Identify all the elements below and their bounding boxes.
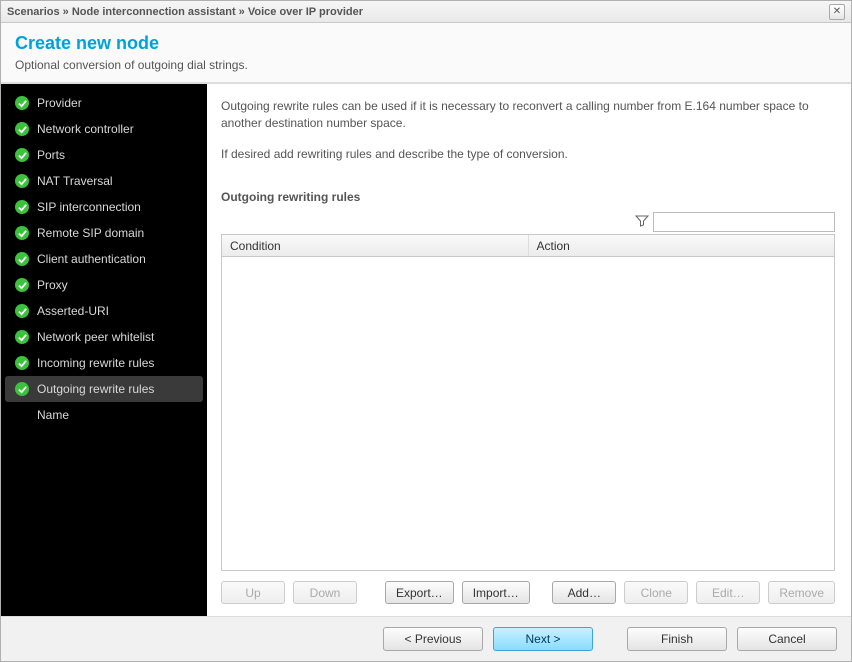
sidebar-item-label: Proxy	[37, 278, 68, 292]
sidebar-item-label: Provider	[37, 96, 82, 110]
check-icon	[15, 304, 29, 318]
import-button[interactable]: Import…	[462, 581, 530, 604]
close-button[interactable]: ✕	[829, 4, 845, 20]
sidebar-item-label: Outgoing rewrite rules	[37, 382, 154, 396]
sidebar-item-ports[interactable]: Ports	[1, 142, 207, 168]
cancel-button[interactable]: Cancel	[737, 627, 837, 651]
sidebar-item-sip-interconnection[interactable]: SIP interconnection	[1, 194, 207, 220]
filter-icon[interactable]	[635, 214, 649, 231]
rules-table: Condition Action	[221, 234, 835, 571]
up-button: Up	[221, 581, 285, 604]
check-icon	[15, 252, 29, 266]
sidebar-item-label: Ports	[37, 148, 65, 162]
sidebar-item-network-peer-whitelist[interactable]: Network peer whitelist	[1, 324, 207, 350]
check-icon	[15, 122, 29, 136]
sidebar-item-label: Network controller	[37, 122, 134, 136]
table-header: Condition Action	[222, 235, 834, 257]
page-subtitle: Optional conversion of outgoing dial str…	[15, 58, 837, 72]
check-icon	[15, 330, 29, 344]
add-button[interactable]: Add…	[552, 581, 616, 604]
clone-button: Clone	[624, 581, 688, 604]
check-icon	[15, 96, 29, 110]
close-icon: ✕	[833, 6, 841, 17]
column-action[interactable]: Action	[529, 235, 835, 256]
sidebar-item-label: Client authentication	[37, 252, 146, 266]
filter-input[interactable]	[653, 212, 835, 232]
previous-button[interactable]: < Previous	[383, 627, 483, 651]
check-icon	[15, 356, 29, 370]
sidebar-item-remote-sip-domain[interactable]: Remote SIP domain	[1, 220, 207, 246]
sidebar-item-label: Remote SIP domain	[37, 226, 144, 240]
column-condition[interactable]: Condition	[222, 235, 529, 256]
sidebar-item-label: Network peer whitelist	[37, 330, 154, 344]
sidebar-item-name[interactable]: Name	[1, 402, 207, 428]
sidebar-item-network-controller[interactable]: Network controller	[1, 116, 207, 142]
sidebar-item-label: Incoming rewrite rules	[37, 356, 154, 370]
remove-button: Remove	[768, 581, 835, 604]
content-panel: Outgoing rewrite rules can be used if it…	[207, 84, 851, 616]
breadcrumb: Scenarios » Node interconnection assista…	[7, 6, 829, 18]
sidebar-item-label: Asserted-URI	[37, 304, 109, 318]
finish-button[interactable]: Finish	[627, 627, 727, 651]
sidebar-item-provider[interactable]: Provider	[1, 90, 207, 116]
table-buttons: Up Down Export… Import… Add… Clone Edit……	[221, 581, 835, 604]
check-icon	[15, 148, 29, 162]
sidebar-item-label: Name	[37, 408, 69, 422]
wizard-sidebar: Provider Network controller Ports NAT Tr…	[1, 84, 207, 616]
header-panel: Create new node Optional conversion of o…	[1, 23, 851, 83]
down-button: Down	[293, 581, 357, 604]
check-icon	[15, 382, 29, 396]
intro-text-1: Outgoing rewrite rules can be used if it…	[221, 98, 835, 132]
table-body	[222, 257, 834, 570]
sidebar-item-asserted-uri[interactable]: Asserted-URI	[1, 298, 207, 324]
next-button[interactable]: Next >	[493, 627, 593, 651]
check-icon	[15, 278, 29, 292]
titlebar: Scenarios » Node interconnection assista…	[1, 1, 851, 23]
check-icon	[15, 226, 29, 240]
export-button[interactable]: Export…	[385, 581, 454, 604]
sidebar-item-outgoing-rewrite-rules[interactable]: Outgoing rewrite rules	[5, 376, 203, 402]
wizard-window: Scenarios » Node interconnection assista…	[0, 0, 852, 662]
sidebar-item-label: SIP interconnection	[37, 200, 141, 214]
sidebar-item-proxy[interactable]: Proxy	[1, 272, 207, 298]
edit-button: Edit…	[696, 581, 760, 604]
sidebar-item-nat-traversal[interactable]: NAT Traversal	[1, 168, 207, 194]
check-icon	[15, 174, 29, 188]
page-title: Create new node	[15, 33, 837, 54]
intro-text-2: If desired add rewriting rules and descr…	[221, 146, 835, 163]
sidebar-item-label: NAT Traversal	[37, 174, 113, 188]
section-label: Outgoing rewriting rules	[221, 190, 835, 204]
sidebar-item-client-authentication[interactable]: Client authentication	[1, 246, 207, 272]
sidebar-item-incoming-rewrite-rules[interactable]: Incoming rewrite rules	[1, 350, 207, 376]
wizard-footer: < Previous Next > Finish Cancel	[1, 617, 851, 661]
body: Provider Network controller Ports NAT Tr…	[1, 83, 851, 617]
check-icon	[15, 200, 29, 214]
filter-row	[221, 210, 835, 234]
